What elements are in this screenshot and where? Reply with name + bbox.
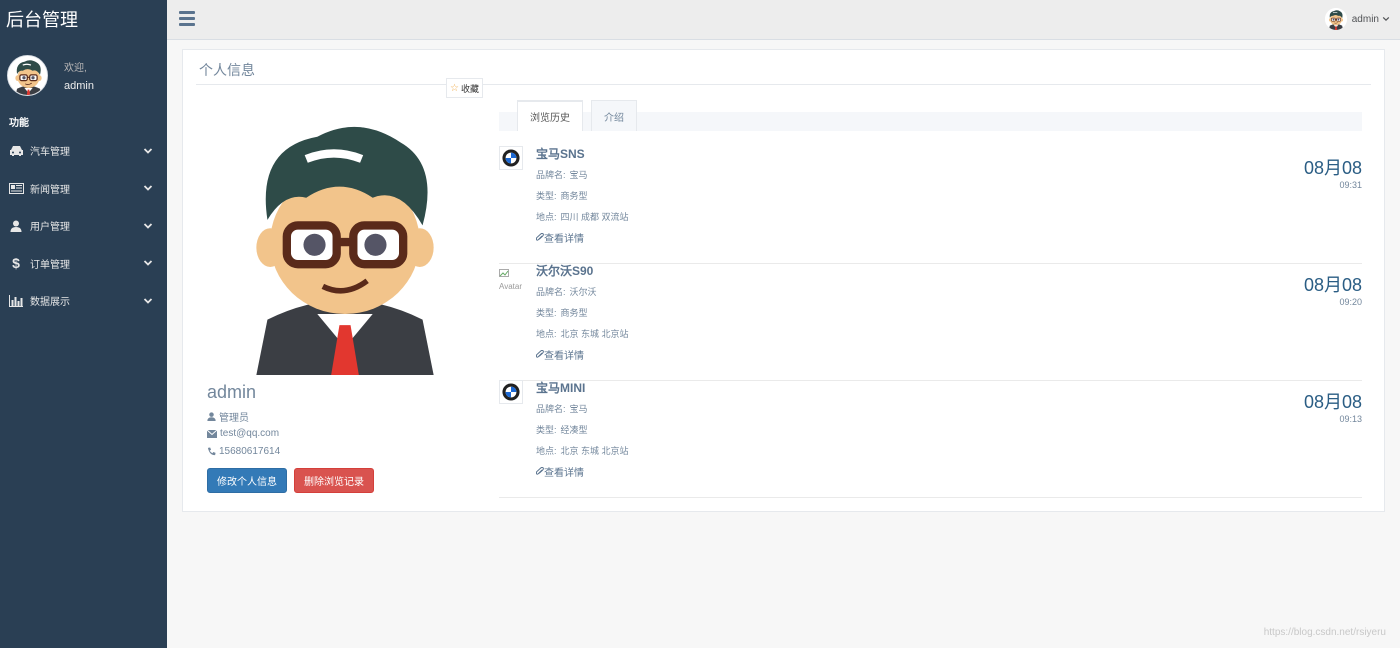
history-time: 09:20 bbox=[1339, 297, 1362, 307]
sidebar-item-car[interactable]: 汽车管理 bbox=[0, 132, 167, 170]
favorite-label: 收藏 bbox=[460, 83, 479, 94]
car-icon bbox=[8, 143, 24, 159]
paperclip-icon bbox=[536, 233, 544, 241]
paperclip-icon bbox=[536, 350, 544, 358]
location-field: 地点: 北京 东城 北京站 bbox=[536, 329, 629, 339]
history-date: 08月08 bbox=[1303, 275, 1362, 295]
profile-email: test@qq.com bbox=[220, 428, 280, 439]
avatar bbox=[7, 54, 48, 96]
list-item: 宝马MINI 品牌名: 宝马 类型: 经凑型 地点: 北京 东城 北京站 查看详情 0… bbox=[499, 380, 1362, 498]
sidebar-item-label: 用户管理 bbox=[30, 222, 70, 234]
sidebar-item-label: 汽车管理 bbox=[30, 147, 70, 159]
tab-history[interactable]: 浏览历史 bbox=[517, 100, 583, 131]
profile-name: admin bbox=[207, 382, 257, 402]
sidebar-item-label: 订单管理 bbox=[30, 259, 70, 271]
email-line: test@qq.com bbox=[207, 428, 279, 439]
profile-panel: 个人信息 ☆ 收藏 admin 管理员 test@qq.com 15680617… bbox=[182, 49, 1385, 512]
profile-role: 管理员 bbox=[219, 413, 249, 424]
chevron-down-icon bbox=[143, 148, 153, 154]
profile-avatar-image bbox=[207, 98, 483, 375]
history-title[interactable]: 沃尔沃S90 bbox=[536, 262, 593, 279]
phone-icon bbox=[207, 447, 216, 456]
panel-title: 个人信息 bbox=[199, 62, 255, 78]
brand-field: 品牌名: 沃尔沃 bbox=[536, 287, 597, 297]
tab-intro[interactable]: 介绍 bbox=[591, 100, 637, 131]
user-icon bbox=[207, 412, 216, 421]
sidebar-item-users[interactable]: 用户管理 bbox=[0, 207, 167, 245]
phone-line: 15680617614 bbox=[207, 446, 280, 457]
sidebar-item-news[interactable]: 新闻管理 bbox=[0, 170, 167, 208]
sidebar: 后台管理 欢迎, admin 功能 汽车管理 新闻管理 用户管理 $ 订单管理 bbox=[0, 0, 167, 648]
sidebar-item-orders[interactable]: $ 订单管理 bbox=[0, 245, 167, 283]
divider bbox=[196, 84, 1371, 85]
avatar bbox=[1324, 8, 1347, 30]
history-title[interactable]: 宝马MINI bbox=[536, 379, 585, 396]
envelope-icon bbox=[207, 429, 217, 438]
brand-title[interactable]: 后台管理 bbox=[0, 0, 167, 40]
delete-history-button[interactable]: 删除浏览记录 bbox=[294, 468, 374, 493]
menu-section-title: 功能 bbox=[9, 118, 29, 129]
broken-image-icon: Avatar bbox=[499, 269, 529, 293]
type-field: 类型: 经凑型 bbox=[536, 425, 588, 435]
view-details-link[interactable]: 查看详情 bbox=[536, 464, 584, 479]
topbar-username: admin bbox=[1351, 13, 1379, 25]
sidebar-item-label: 新闻管理 bbox=[30, 184, 70, 196]
view-details-link[interactable]: 查看详情 bbox=[536, 347, 584, 362]
top-navbar: admin bbox=[167, 0, 1400, 40]
menu-toggle-icon[interactable] bbox=[179, 11, 195, 27]
favorite-button[interactable]: ☆ 收藏 bbox=[446, 78, 483, 98]
profile-phone: 15680617614 bbox=[219, 446, 281, 457]
history-date: 08月08 bbox=[1303, 392, 1362, 412]
edit-profile-button[interactable]: 修改个人信息 bbox=[207, 468, 287, 493]
chevron-down-icon bbox=[143, 298, 153, 304]
history-time: 09:31 bbox=[1339, 180, 1362, 190]
dollar-icon: $ bbox=[12, 255, 20, 272]
role-line: 管理员 bbox=[207, 409, 249, 424]
welcome-text: 欢迎, bbox=[64, 62, 87, 74]
sidebar-item-charts[interactable]: 数据展示 bbox=[0, 282, 167, 320]
location-field: 地点: 四川 成都 双流站 bbox=[536, 212, 629, 222]
paperclip-icon bbox=[536, 467, 544, 475]
type-field: 类型: 商务型 bbox=[536, 191, 588, 201]
chevron-down-icon bbox=[143, 185, 153, 192]
chevron-down-icon bbox=[1382, 16, 1390, 22]
chevron-down-icon bbox=[143, 260, 153, 267]
bar-chart-icon bbox=[8, 293, 24, 309]
brand-field: 品牌名: 宝马 bbox=[536, 404, 588, 414]
sidebar-username: admin bbox=[64, 79, 94, 92]
bmw-logo-image bbox=[499, 380, 523, 404]
user-icon bbox=[8, 218, 24, 234]
user-dropdown[interactable]: admin bbox=[1324, 8, 1390, 30]
brand-field: 品牌名: 宝马 bbox=[536, 170, 588, 180]
history-time: 09:13 bbox=[1339, 414, 1362, 424]
list-item: Avatar 沃尔沃S90 品牌名: 沃尔沃 类型: 商务型 地点: 北京 东城 北京… bbox=[499, 263, 1362, 381]
type-field: 类型: 商务型 bbox=[536, 308, 588, 318]
list-item: 宝马SNS 品牌名: 宝马 类型: 商务型 地点: 四川 成都 双流站 查看详情 08… bbox=[499, 146, 1362, 264]
location-field: 地点: 北京 东城 北京站 bbox=[536, 446, 629, 456]
star-icon: ☆ bbox=[450, 82, 459, 94]
history-title[interactable]: 宝马SNS bbox=[536, 145, 585, 162]
sidebar-item-label: 数据展示 bbox=[30, 297, 70, 309]
newspaper-icon bbox=[8, 180, 24, 196]
view-details-link[interactable]: 查看详情 bbox=[536, 230, 584, 245]
chevron-down-icon bbox=[143, 223, 153, 229]
bmw-logo-image bbox=[499, 146, 523, 170]
sidebar-profile: 欢迎, admin bbox=[0, 40, 167, 110]
watermark: https://blog.csdn.net/rsiyeru bbox=[1263, 627, 1386, 638]
history-date: 08月08 bbox=[1303, 158, 1362, 178]
